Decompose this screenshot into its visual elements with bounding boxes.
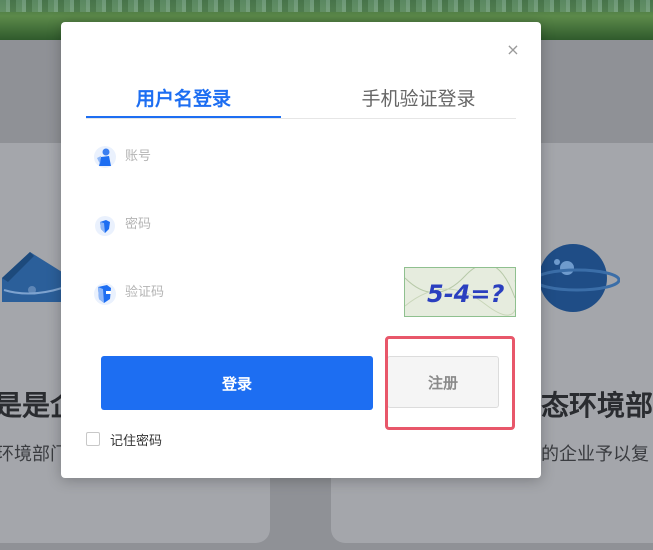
house-icon [2, 252, 63, 302]
login-modal: × 用户名登录 手机验证登录 账号 验证码 5-4=? 登录 注册 记住密码 [61, 22, 541, 478]
captcha-graphic: 5-4=? [405, 268, 515, 316]
user-icon [94, 146, 116, 168]
bg-right-title: 态环境部 [541, 389, 653, 422]
account-field [91, 141, 391, 171]
register-button[interactable]: 注册 [387, 356, 499, 408]
password-input[interactable] [125, 209, 385, 239]
bg-left-subtitle: 环境部门 [0, 444, 68, 465]
remember-checkbox[interactable] [86, 432, 100, 446]
captcha-image[interactable]: 5-4=? [404, 267, 516, 317]
planet-icon [535, 244, 620, 312]
login-tabs: 用户名登录 手机验证登录 [86, 82, 516, 119]
verify-shield-icon [94, 283, 116, 305]
captcha-input[interactable] [125, 277, 385, 307]
remember-password[interactable]: 记住密码 [86, 430, 163, 449]
login-button[interactable]: 登录 [101, 356, 373, 410]
captcha-field [91, 277, 391, 307]
remember-label: 记住密码 [110, 433, 163, 449]
bg-right-subtitle: 的企业予以复 [541, 444, 649, 465]
captcha-text: 5-4=? [427, 280, 504, 308]
account-input[interactable] [125, 141, 385, 171]
close-icon[interactable]: × [505, 42, 521, 58]
password-field [91, 209, 391, 239]
shield-icon [95, 216, 115, 236]
tab-username-login[interactable]: 用户名登录 [86, 82, 281, 118]
tab-phone-login[interactable]: 手机验证登录 [321, 82, 516, 116]
